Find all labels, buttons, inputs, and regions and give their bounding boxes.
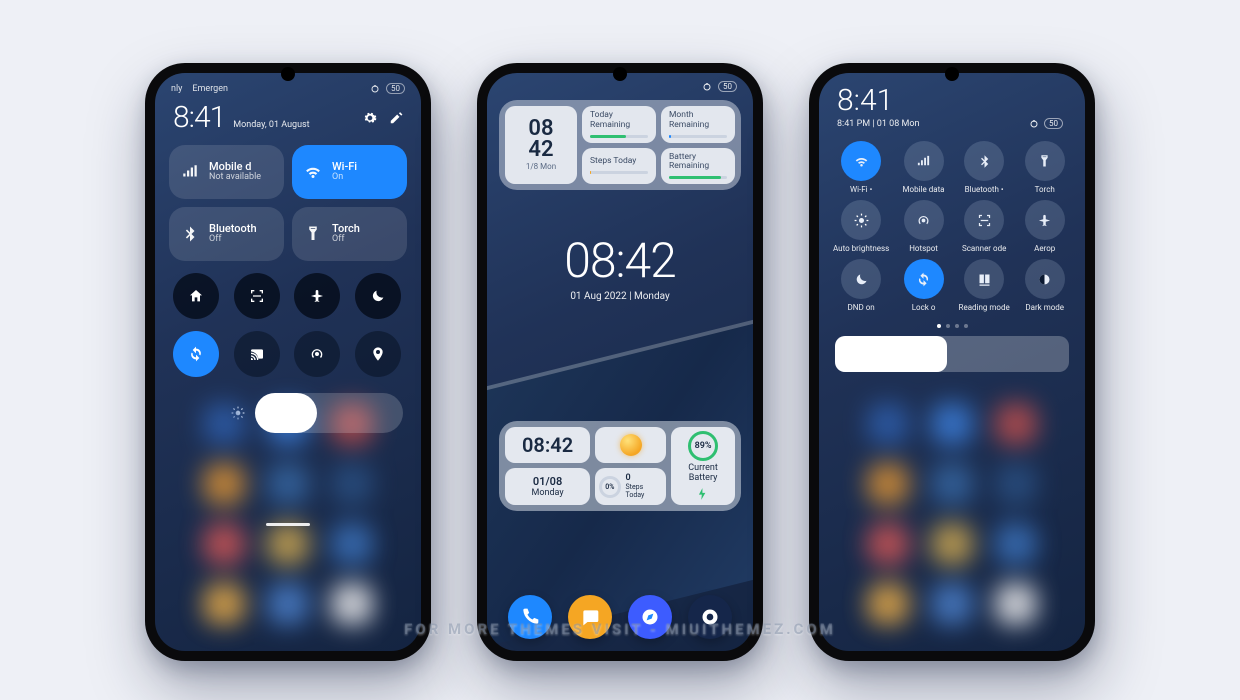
widget-card: Today Remaining bbox=[582, 106, 656, 143]
battery-pill: 50 bbox=[386, 83, 405, 94]
phone-mockup-home: 50 08 42 1/8 Mon Today RemainingMonth Re… bbox=[477, 63, 763, 661]
toggle-scan[interactable] bbox=[234, 273, 280, 319]
dock bbox=[487, 595, 753, 639]
cc-date: Monday, 01 August bbox=[233, 120, 309, 130]
qs-toggle-sync[interactable]: Lock o bbox=[897, 259, 950, 312]
bolt-icon bbox=[696, 487, 710, 501]
widget-battery: 89% Current Battery bbox=[671, 427, 735, 505]
widget-card: Month Remaining bbox=[661, 106, 735, 143]
showcase-stage: nly Emergen 50 8:41 Monday, 01 August bbox=[0, 0, 1240, 700]
toggle-plane[interactable] bbox=[294, 273, 340, 319]
qs-toggle-brightness[interactable]: Auto brightness bbox=[833, 200, 889, 253]
widget-weather bbox=[595, 427, 666, 463]
phone-mockup-control-center: nly Emergen 50 8:41 Monday, 01 August bbox=[145, 63, 431, 661]
bottom-widget-cluster[interactable]: 08:42 89% Current Battery 01/08 Monday 0… bbox=[499, 421, 741, 511]
toggle-torch[interactable]: TorchOff bbox=[292, 207, 407, 261]
messages-app[interactable] bbox=[568, 595, 612, 639]
sun-icon bbox=[620, 434, 642, 456]
camera-app[interactable] bbox=[688, 595, 732, 639]
widget-card: Steps Today bbox=[582, 148, 656, 185]
qs-toggle-dark[interactable]: Dark mode bbox=[1018, 259, 1071, 312]
phone-mockup-quick-settings: 8:41 8:41 PM | 01 08 Mon 50 Wi-Fi •Mobil… bbox=[809, 63, 1095, 661]
widget-time: 08 42 1/8 Mon bbox=[505, 106, 577, 184]
settings-icon[interactable] bbox=[363, 111, 377, 125]
qs-toggle-scan[interactable]: Scanner ode bbox=[958, 200, 1011, 253]
widget-card: Battery Remaining bbox=[661, 148, 735, 185]
brightness-slider[interactable] bbox=[255, 393, 403, 433]
edit-icon[interactable] bbox=[389, 111, 403, 125]
qs-toggle-reading[interactable]: Reading mode bbox=[958, 259, 1011, 312]
widget-time-small: 08:42 bbox=[505, 427, 590, 463]
top-widget-cluster[interactable]: 08 42 1/8 Mon Today RemainingMonth Remai… bbox=[499, 100, 741, 190]
brightness-slider[interactable] bbox=[835, 336, 1069, 372]
qs-clock: 8:41 bbox=[837, 83, 1067, 118]
qs-toggle-moon[interactable]: DND on bbox=[833, 259, 889, 312]
status-emergency: Emergen bbox=[192, 84, 228, 94]
qs-toggle-hotspot[interactable]: Hotspot bbox=[897, 200, 950, 253]
toggle-bars[interactable]: Mobile dNot available bbox=[169, 145, 284, 199]
browser-app[interactable] bbox=[628, 595, 672, 639]
qs-toggle-bluetooth[interactable]: Bluetooth • bbox=[958, 141, 1011, 194]
status-carrier: nly bbox=[171, 84, 182, 94]
big-clock-widget[interactable]: 08:42 01 Aug 2022 | Monday bbox=[487, 232, 753, 302]
qs-toggle-wifi[interactable]: Wi-Fi • bbox=[833, 141, 889, 194]
qs-toggle-plane[interactable]: Aerop bbox=[1018, 200, 1071, 253]
toggle-home[interactable] bbox=[173, 273, 219, 319]
qs-toggle-bars[interactable]: Mobile data bbox=[897, 141, 950, 194]
battery-pill: 50 bbox=[1044, 118, 1063, 129]
toggle-wifi[interactable]: Wi-FiOn bbox=[292, 145, 407, 199]
widget-date: 01/08 Monday bbox=[505, 468, 590, 504]
toggle-hotspot[interactable] bbox=[294, 331, 340, 377]
phone-app[interactable] bbox=[508, 595, 552, 639]
widget-steps: 0% 0 Steps Today bbox=[595, 468, 666, 504]
toggle-sync[interactable] bbox=[173, 331, 219, 377]
toggle-bluetooth[interactable]: BluetoothOff bbox=[169, 207, 284, 261]
toggle-cast[interactable] bbox=[234, 331, 280, 377]
toggle-location[interactable] bbox=[355, 331, 401, 377]
qs-toggle-torch[interactable]: Torch bbox=[1018, 141, 1071, 194]
orbit-icon bbox=[1029, 119, 1039, 129]
page-indicator bbox=[819, 324, 1085, 328]
orbit-icon bbox=[702, 82, 712, 92]
cc-clock: 8:41 bbox=[173, 100, 225, 135]
drag-handle[interactable] bbox=[266, 523, 310, 526]
qs-datetime: 8:41 PM | 01 08 Mon bbox=[837, 119, 919, 129]
orbit-icon bbox=[370, 84, 380, 94]
battery-pill: 50 bbox=[718, 81, 737, 92]
toggle-moon[interactable] bbox=[355, 273, 401, 319]
